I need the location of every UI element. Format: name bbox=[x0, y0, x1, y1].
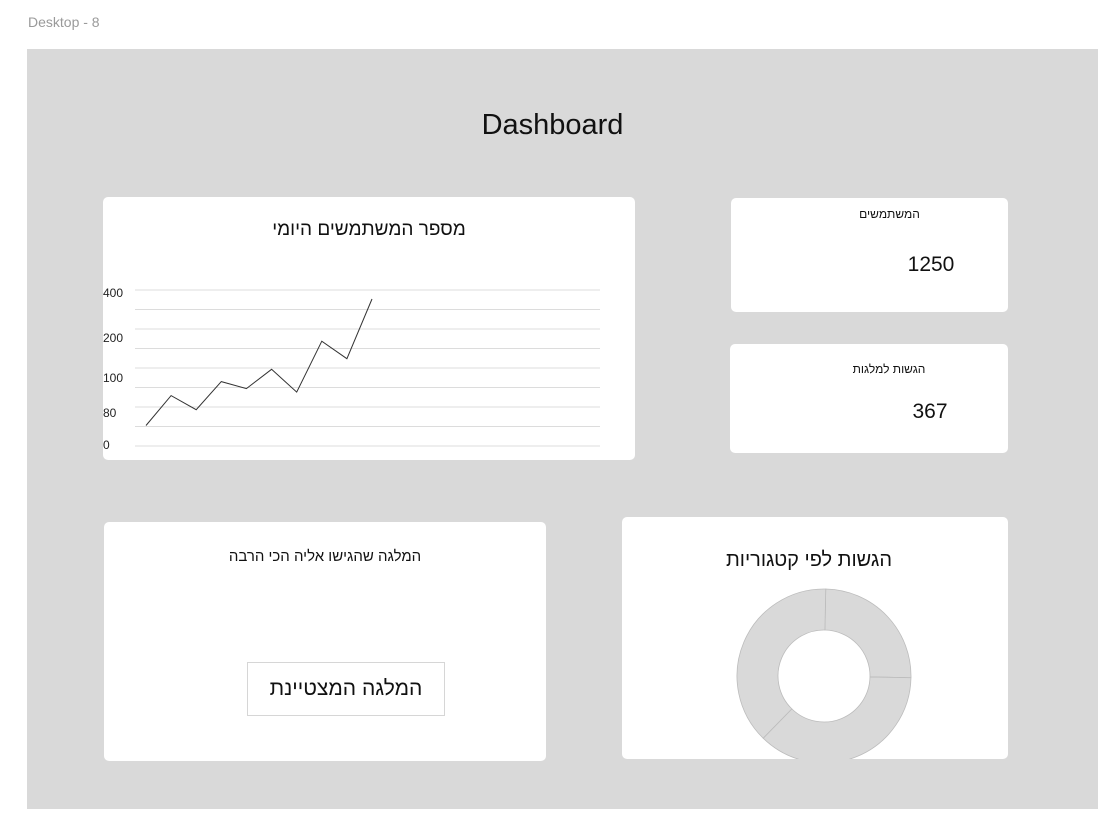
donut-slice[interactable] bbox=[824, 588, 912, 679]
frame-label: Desktop - 8 bbox=[28, 14, 100, 30]
applications-kpi-card: הגשות למלגות 367 bbox=[730, 344, 1008, 453]
daily-users-card: מספר המשתמשים היומי 400 200 100 80 0 bbox=[103, 197, 635, 460]
top-scholarship-title: המלגה שהגישו אליה הכי הרבה bbox=[228, 548, 422, 565]
users-kpi-card: המשתמשים 1250 bbox=[731, 198, 1008, 312]
users-kpi-label: המשתמשים bbox=[859, 207, 920, 221]
y-tick-label: 200 bbox=[103, 331, 123, 345]
categories-donut-chart bbox=[736, 588, 912, 759]
y-tick-label: 400 bbox=[103, 286, 123, 300]
applications-kpi-value: 367 bbox=[912, 400, 948, 423]
y-tick-label: 0 bbox=[103, 438, 110, 452]
applications-kpi-label: הגשות למלגות bbox=[852, 362, 926, 376]
donut-slice[interactable] bbox=[736, 588, 827, 739]
daily-users-line-chart: 400 200 100 80 0 bbox=[103, 286, 600, 452]
y-tick-label: 80 bbox=[103, 406, 117, 420]
y-tick-label: 100 bbox=[103, 371, 123, 385]
page-title: Dashboard bbox=[481, 109, 624, 141]
top-scholarship-card: המלגה שהגישו אליה הכי הרבה המלגה המצטיינ… bbox=[104, 522, 546, 761]
donut-slice[interactable] bbox=[762, 676, 912, 759]
users-kpi-value: 1250 bbox=[907, 253, 955, 276]
categories-card: הגשות לפי קטגוריות bbox=[622, 517, 1008, 759]
top-scholarship-name[interactable]: המלגה המצטיינת bbox=[247, 662, 445, 716]
